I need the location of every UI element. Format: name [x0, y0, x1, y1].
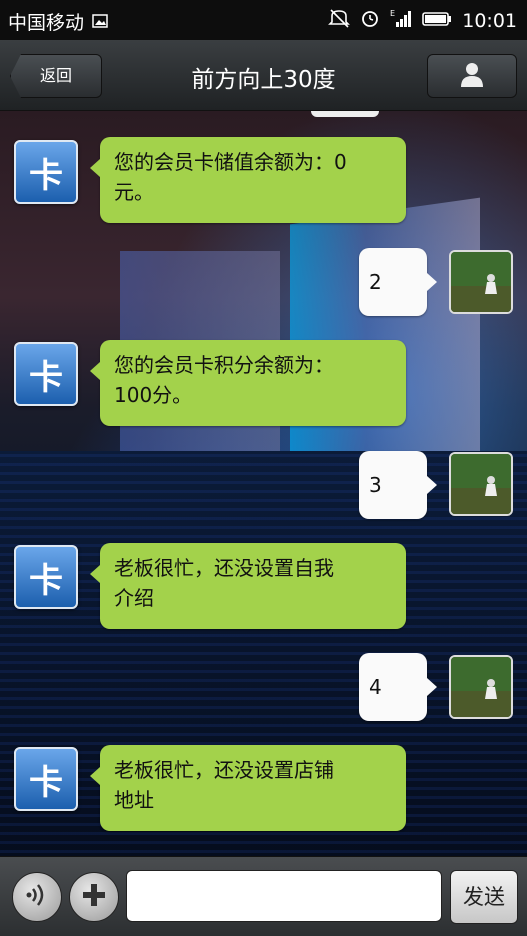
title-bar: 返回 前方向上30度 [0, 40, 527, 111]
message-input[interactable] [126, 870, 442, 922]
user-photo-icon [451, 454, 511, 514]
send-button[interactable]: 发送 [450, 870, 518, 924]
incoming-message[interactable]: 老板很忙，还没设置自我 介绍 [90, 543, 406, 629]
outgoing-message[interactable]: 4 [359, 653, 437, 721]
incoming-message[interactable]: 您的会员卡储值余额为：0 元。 [90, 137, 406, 223]
input-bar: 发送 [0, 856, 527, 936]
card-icon: 卡 [29, 155, 63, 196]
voice-button[interactable] [12, 872, 62, 922]
message-line: 地址 [114, 788, 154, 812]
merchant-avatar[interactable]: 卡 [14, 342, 78, 406]
merchant-avatar[interactable]: 卡 [14, 545, 78, 609]
carrier-label: 中国移动 [8, 12, 85, 34]
signal-icon: E [390, 8, 412, 33]
status-left: 中国移动 [8, 8, 108, 35]
profile-button[interactable] [427, 54, 517, 98]
message-line: 您的会员卡积分余额为： [114, 353, 334, 377]
outgoing-message[interactable]: 2 [359, 248, 437, 316]
card-icon: 卡 [29, 560, 63, 601]
message-line: 介绍 [114, 586, 154, 610]
incoming-message[interactable]: 您的会员卡积分余额为： 100分。 [90, 340, 406, 426]
user-avatar[interactable] [449, 655, 513, 719]
plus-icon [80, 881, 108, 913]
user-photo-icon [451, 252, 511, 312]
message-line: 您的会员卡储值余额为：0 [114, 150, 347, 174]
user-avatar[interactable] [449, 452, 513, 516]
message-line: 老板很忙，还没设置店铺 [114, 758, 334, 782]
status-right: E 10:01 [328, 8, 517, 33]
message-line: 老板很忙，还没设置自我 [114, 556, 334, 580]
person-icon [458, 60, 486, 92]
merchant-avatar[interactable]: 卡 [14, 140, 78, 204]
previous-bubble-edge [311, 111, 379, 117]
voice-icon [23, 881, 51, 913]
battery-icon [422, 10, 452, 32]
image-icon [92, 11, 108, 33]
mute-icon [328, 8, 351, 33]
message-line: 元。 [114, 180, 154, 204]
status-bar: 中国移动 E 10:01 [0, 0, 527, 40]
outgoing-message[interactable]: 3 [359, 451, 437, 519]
card-icon: 卡 [29, 357, 63, 398]
merchant-avatar[interactable]: 卡 [14, 747, 78, 811]
alarm-icon [360, 8, 380, 33]
user-photo-icon [451, 657, 511, 717]
card-icon: 卡 [29, 762, 63, 803]
user-avatar[interactable] [449, 250, 513, 314]
message-text: 2 [369, 270, 382, 294]
clock-label: 10:01 [462, 9, 517, 32]
message-text: 3 [369, 473, 382, 497]
plus-button[interactable] [69, 872, 119, 922]
svg-text:E: E [390, 9, 395, 18]
message-line: 100分。 [114, 383, 193, 407]
message-text: 4 [369, 675, 382, 699]
incoming-message[interactable]: 老板很忙，还没设置店铺 地址 [90, 745, 406, 831]
